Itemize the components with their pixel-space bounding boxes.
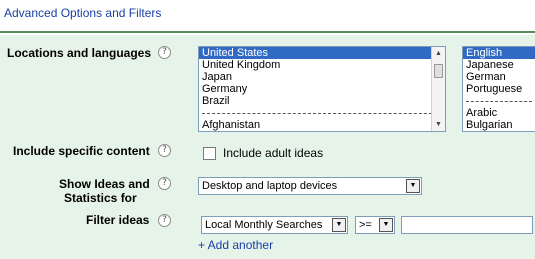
locations-label: Locations and languages [7, 46, 152, 60]
filter-operator-select[interactable]: >= ▼ [355, 216, 395, 234]
language-option[interactable]: English [463, 47, 535, 59]
language-option[interactable]: Bulgarian [463, 119, 535, 131]
adult-ideas-label[interactable]: Include adult ideas [223, 146, 323, 160]
country-separator [199, 107, 445, 119]
scroll-up-icon[interactable]: ▲ [432, 47, 445, 60]
adult-ideas-checkbox[interactable] [203, 147, 216, 160]
filter-ideas-label: Filter ideas [86, 213, 150, 227]
dropdown-arrow-icon[interactable]: ▼ [379, 218, 393, 232]
device-select-value: Desktop and laptop devices [202, 180, 338, 192]
language-separator [463, 95, 535, 107]
help-icon[interactable]: ? [158, 144, 171, 157]
filter-value-input[interactable] [401, 216, 533, 234]
specific-content-label: Include specific content [13, 144, 150, 158]
language-listbox[interactable]: English Japanese German Portuguese Arabi… [462, 46, 535, 132]
help-icon[interactable]: ? [158, 177, 171, 190]
show-ideas-label-line2: Statistics for [64, 191, 137, 205]
country-option[interactable]: Afghanistan [199, 119, 445, 131]
country-listbox[interactable]: United States United Kingdom Japan Germa… [198, 46, 446, 132]
section-header: Advanced Options and Filters [0, 0, 535, 33]
help-icon[interactable]: ? [158, 214, 171, 227]
options-panel: Locations and languages ? United States … [0, 35, 535, 259]
filter-operator-value: >= [359, 219, 372, 231]
device-select[interactable]: Desktop and laptop devices ▼ [198, 177, 422, 195]
add-another-link[interactable]: + Add another [198, 238, 273, 252]
country-option[interactable]: United Kingdom [199, 59, 445, 71]
section-title[interactable]: Advanced Options and Filters [4, 6, 161, 20]
scroll-down-icon[interactable]: ▼ [432, 118, 445, 131]
language-option[interactable]: Arabic [463, 107, 535, 119]
country-option[interactable]: Japan [199, 71, 445, 83]
country-option[interactable]: Germany [199, 83, 445, 95]
help-icon[interactable]: ? [158, 46, 171, 59]
language-option[interactable]: Portuguese [463, 83, 535, 95]
filter-metric-select[interactable]: Local Monthly Searches ▼ [201, 216, 348, 234]
language-option[interactable]: Japanese [463, 59, 535, 71]
country-option[interactable]: Brazil [199, 95, 445, 107]
language-option[interactable]: German [463, 71, 535, 83]
country-scrollbar[interactable]: ▲ ▼ [431, 47, 445, 131]
scroll-thumb[interactable] [434, 64, 443, 78]
filter-metric-value: Local Monthly Searches [205, 219, 323, 231]
show-ideas-label-line1: Show Ideas and [59, 177, 150, 191]
dropdown-arrow-icon[interactable]: ▼ [332, 218, 346, 232]
dropdown-arrow-icon[interactable]: ▼ [406, 179, 420, 193]
country-option[interactable]: United States [199, 47, 445, 59]
